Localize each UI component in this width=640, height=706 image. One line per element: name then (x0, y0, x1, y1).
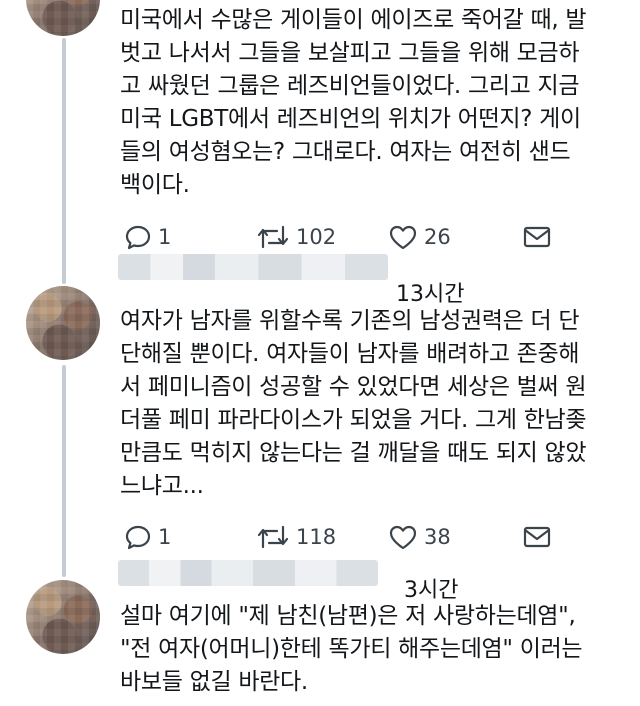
dm-icon (523, 226, 551, 248)
reply-icon (125, 225, 151, 250)
reply-button[interactable]: 1 (124, 520, 171, 554)
user-name-blurred[interactable] (118, 560, 378, 586)
reply-icon (125, 525, 151, 550)
like-button[interactable]: 38 (388, 520, 451, 554)
dm-button[interactable] (522, 220, 552, 254)
tweet-time[interactable]: 13시간 (396, 276, 464, 308)
like-count: 26 (424, 225, 451, 249)
avatar[interactable] (26, 580, 100, 654)
reply-count: 1 (158, 525, 172, 549)
like-count: 38 (424, 525, 451, 549)
dm-button[interactable] (522, 520, 552, 554)
retweet-count: 118 (296, 525, 337, 549)
tweet-actions: 1 102 26 (120, 220, 560, 254)
retweet-icon (257, 525, 289, 549)
tweet-text: 설마 여기에 "제 남친(남편)은 저 사랑하는데염", "전 여자(어머니)한… (120, 603, 583, 695)
reply-button[interactable]: 1 (124, 220, 171, 254)
like-icon (389, 525, 417, 550)
retweet-icon (257, 225, 289, 249)
tweet-actions: 1 118 38 (120, 520, 560, 554)
tweet-text: 미국에서 수많은 게이들이 에이즈로 죽어갈 때, 발 벗고 나서서 그들을 보… (120, 7, 587, 198)
user-name-blurred[interactable] (118, 254, 388, 280)
dm-icon (523, 526, 551, 548)
thread-line (62, 38, 66, 284)
like-icon (389, 225, 417, 250)
avatar[interactable] (26, 0, 100, 36)
retweet-count: 102 (296, 225, 337, 249)
like-button[interactable]: 26 (388, 220, 451, 254)
tweet-text: 여자가 남자를 위할수록 기존의 남성권력은 더 단 단해질 뿐이다. 여자들이… (120, 308, 587, 499)
reply-count: 1 (158, 225, 172, 249)
retweet-button[interactable]: 118 (256, 520, 336, 554)
avatar[interactable] (26, 286, 100, 360)
retweet-button[interactable]: 102 (256, 220, 336, 254)
thread-line (62, 365, 66, 577)
